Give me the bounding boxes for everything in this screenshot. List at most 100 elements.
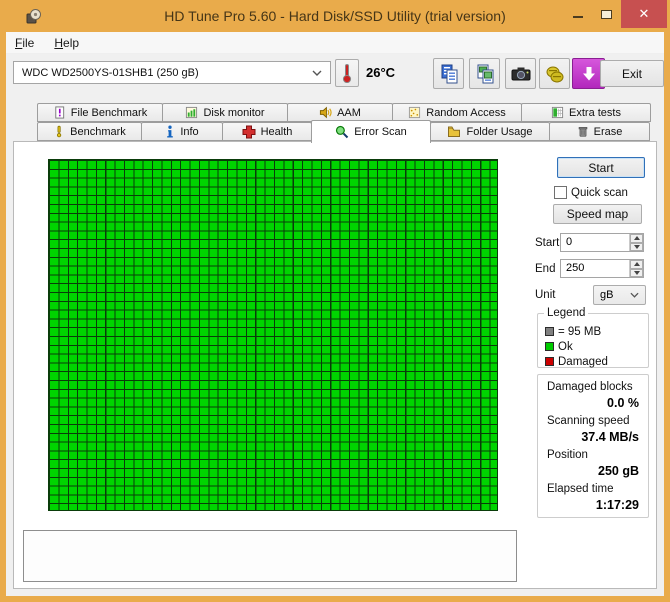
maximize-button[interactable] [592, 0, 621, 28]
tab-label: Extra tests [569, 106, 621, 119]
error-scan-magnifier-icon [336, 125, 349, 139]
extra-tests-icon [551, 106, 564, 119]
camera-button[interactable] [505, 58, 536, 89]
tab-label: Info [180, 125, 199, 138]
copy-image-icon [477, 64, 493, 83]
legend-item-ok: Ok [545, 339, 648, 354]
unit-select[interactable]: gB [593, 285, 646, 305]
hand-button[interactable] [539, 58, 570, 89]
download-arrow-icon [582, 66, 595, 80]
damaged-swatch [545, 357, 554, 366]
info-icon [167, 125, 174, 138]
spin-up-icon [633, 236, 640, 241]
quick-scan-option: Quick scan [554, 186, 628, 199]
scan-status-box: Damaged blocks 0.0 % Scanning speed 37.4… [537, 374, 649, 518]
minimize-button[interactable] [563, 0, 592, 28]
exit-button[interactable]: Exit [600, 60, 664, 87]
error-scan-panel: Start Quick scan Speed map Start 0 End 2… [13, 141, 657, 589]
tab-disk-monitor[interactable]: Disk monitor [162, 103, 288, 122]
copy-image-button[interactable] [469, 58, 500, 89]
benchmark-icon [57, 125, 62, 138]
status-value: 1:17:29 [595, 498, 639, 512]
quick-scan-checkbox[interactable] [554, 186, 567, 199]
drive-select[interactable]: WDC WD2500YS-01SHB1 (250 gB) [13, 61, 331, 84]
status-scanning-speed: Scanning speed 37.4 MB/s [538, 415, 648, 446]
thermometer-icon [342, 64, 352, 83]
end-field[interactable]: 250 [560, 259, 644, 278]
status-damaged-blocks: Damaged blocks 0.0 % [538, 381, 648, 412]
folder-icon [448, 126, 461, 137]
chevron-down-icon [630, 292, 639, 298]
spin-up-icon [633, 262, 640, 267]
tab-label: Health [260, 125, 293, 138]
tab-folder-usage[interactable]: Folder Usage [430, 122, 550, 141]
spin-up-button[interactable] [630, 234, 643, 243]
tab-label: AAM [337, 106, 361, 119]
scan-log-textbox[interactable] [23, 530, 517, 582]
minimize-icon [572, 16, 583, 18]
app-window: HD Tune Pro 5.60 - Hard Disk/SSD Utility… [0, 0, 670, 602]
tab-row-bottom: Benchmark Info Health Error Scan Folder … [37, 120, 650, 143]
unit-field-label: Unit [535, 289, 556, 301]
block-size-swatch [545, 327, 554, 336]
copy-button[interactable] [433, 58, 464, 89]
close-button[interactable]: ✕ [621, 0, 667, 28]
start-scan-button[interactable]: Start [557, 157, 645, 178]
status-value: 0.0 % [607, 396, 639, 410]
start-field[interactable]: 0 [560, 233, 644, 252]
camera-icon [511, 67, 530, 80]
drive-select-value: WDC WD2500YS-01SHB1 (250 gB) [22, 66, 199, 79]
hand-icon [546, 66, 563, 82]
trash-icon [578, 127, 587, 137]
disk-monitor-icon [186, 106, 198, 119]
spin-down-button[interactable] [630, 242, 643, 251]
status-label: Elapsed time [547, 483, 614, 495]
maximize-icon [601, 9, 612, 19]
menu-help[interactable]: Help [54, 36, 79, 50]
tab-file-benchmark[interactable]: File Benchmark [37, 103, 163, 122]
status-value: 250 gB [598, 464, 639, 478]
start-field-spinner [629, 234, 643, 251]
end-field-label: End [535, 263, 556, 275]
speed-map-button[interactable]: Speed map [553, 204, 642, 224]
status-value: 37.4 MB/s [581, 430, 639, 444]
legend-item-block-size: = 95 MB [545, 324, 648, 339]
tab-health[interactable]: Health [222, 122, 312, 141]
temperature-button[interactable] [335, 59, 359, 87]
ok-swatch [545, 342, 554, 351]
legend-box: Legend = 95 MB Ok Damaged [537, 307, 649, 369]
chevron-down-icon [312, 70, 322, 76]
tab-info[interactable]: Info [141, 122, 223, 141]
tab-benchmark[interactable]: Benchmark [37, 122, 142, 141]
random-access-icon [409, 106, 421, 119]
tab-label: Disk monitor [203, 106, 265, 119]
spin-up-button[interactable] [630, 260, 643, 269]
tab-label: Error Scan [354, 126, 407, 138]
legend-item-damaged: Damaged [545, 354, 648, 369]
temperature-value: 26°C [366, 65, 396, 80]
status-position: Position 250 gB [538, 449, 648, 480]
status-label: Scanning speed [547, 415, 630, 427]
legend-title: Legend [544, 307, 589, 319]
file-benchmark-icon [55, 106, 64, 119]
menu-file[interactable]: File [15, 36, 34, 50]
tab-label: Folder Usage [466, 125, 533, 138]
end-field-value: 250 [566, 262, 585, 274]
unit-select-value: gB [600, 289, 614, 301]
tab-error-scan[interactable]: Error Scan [311, 120, 431, 143]
tab-erase[interactable]: Erase [549, 122, 650, 141]
copy-icon [441, 64, 457, 83]
tab-label: Benchmark [70, 125, 126, 138]
end-field-spinner [629, 260, 643, 277]
spin-down-icon [633, 270, 640, 275]
error-scan-grid[interactable] [48, 159, 498, 511]
legend-item-label: Damaged [558, 355, 608, 368]
client-area: File Help WDC WD2500YS-01SHB1 (250 gB) 2… [6, 32, 664, 596]
spin-down-button[interactable] [630, 268, 643, 277]
status-label: Position [547, 449, 588, 461]
titlebar: HD Tune Pro 5.60 - Hard Disk/SSD Utility… [0, 0, 670, 32]
tab-extra-tests[interactable]: Extra tests [521, 103, 651, 122]
menubar: File Help [6, 32, 664, 54]
health-cross-icon [242, 125, 256, 138]
aam-speaker-icon [320, 106, 332, 119]
